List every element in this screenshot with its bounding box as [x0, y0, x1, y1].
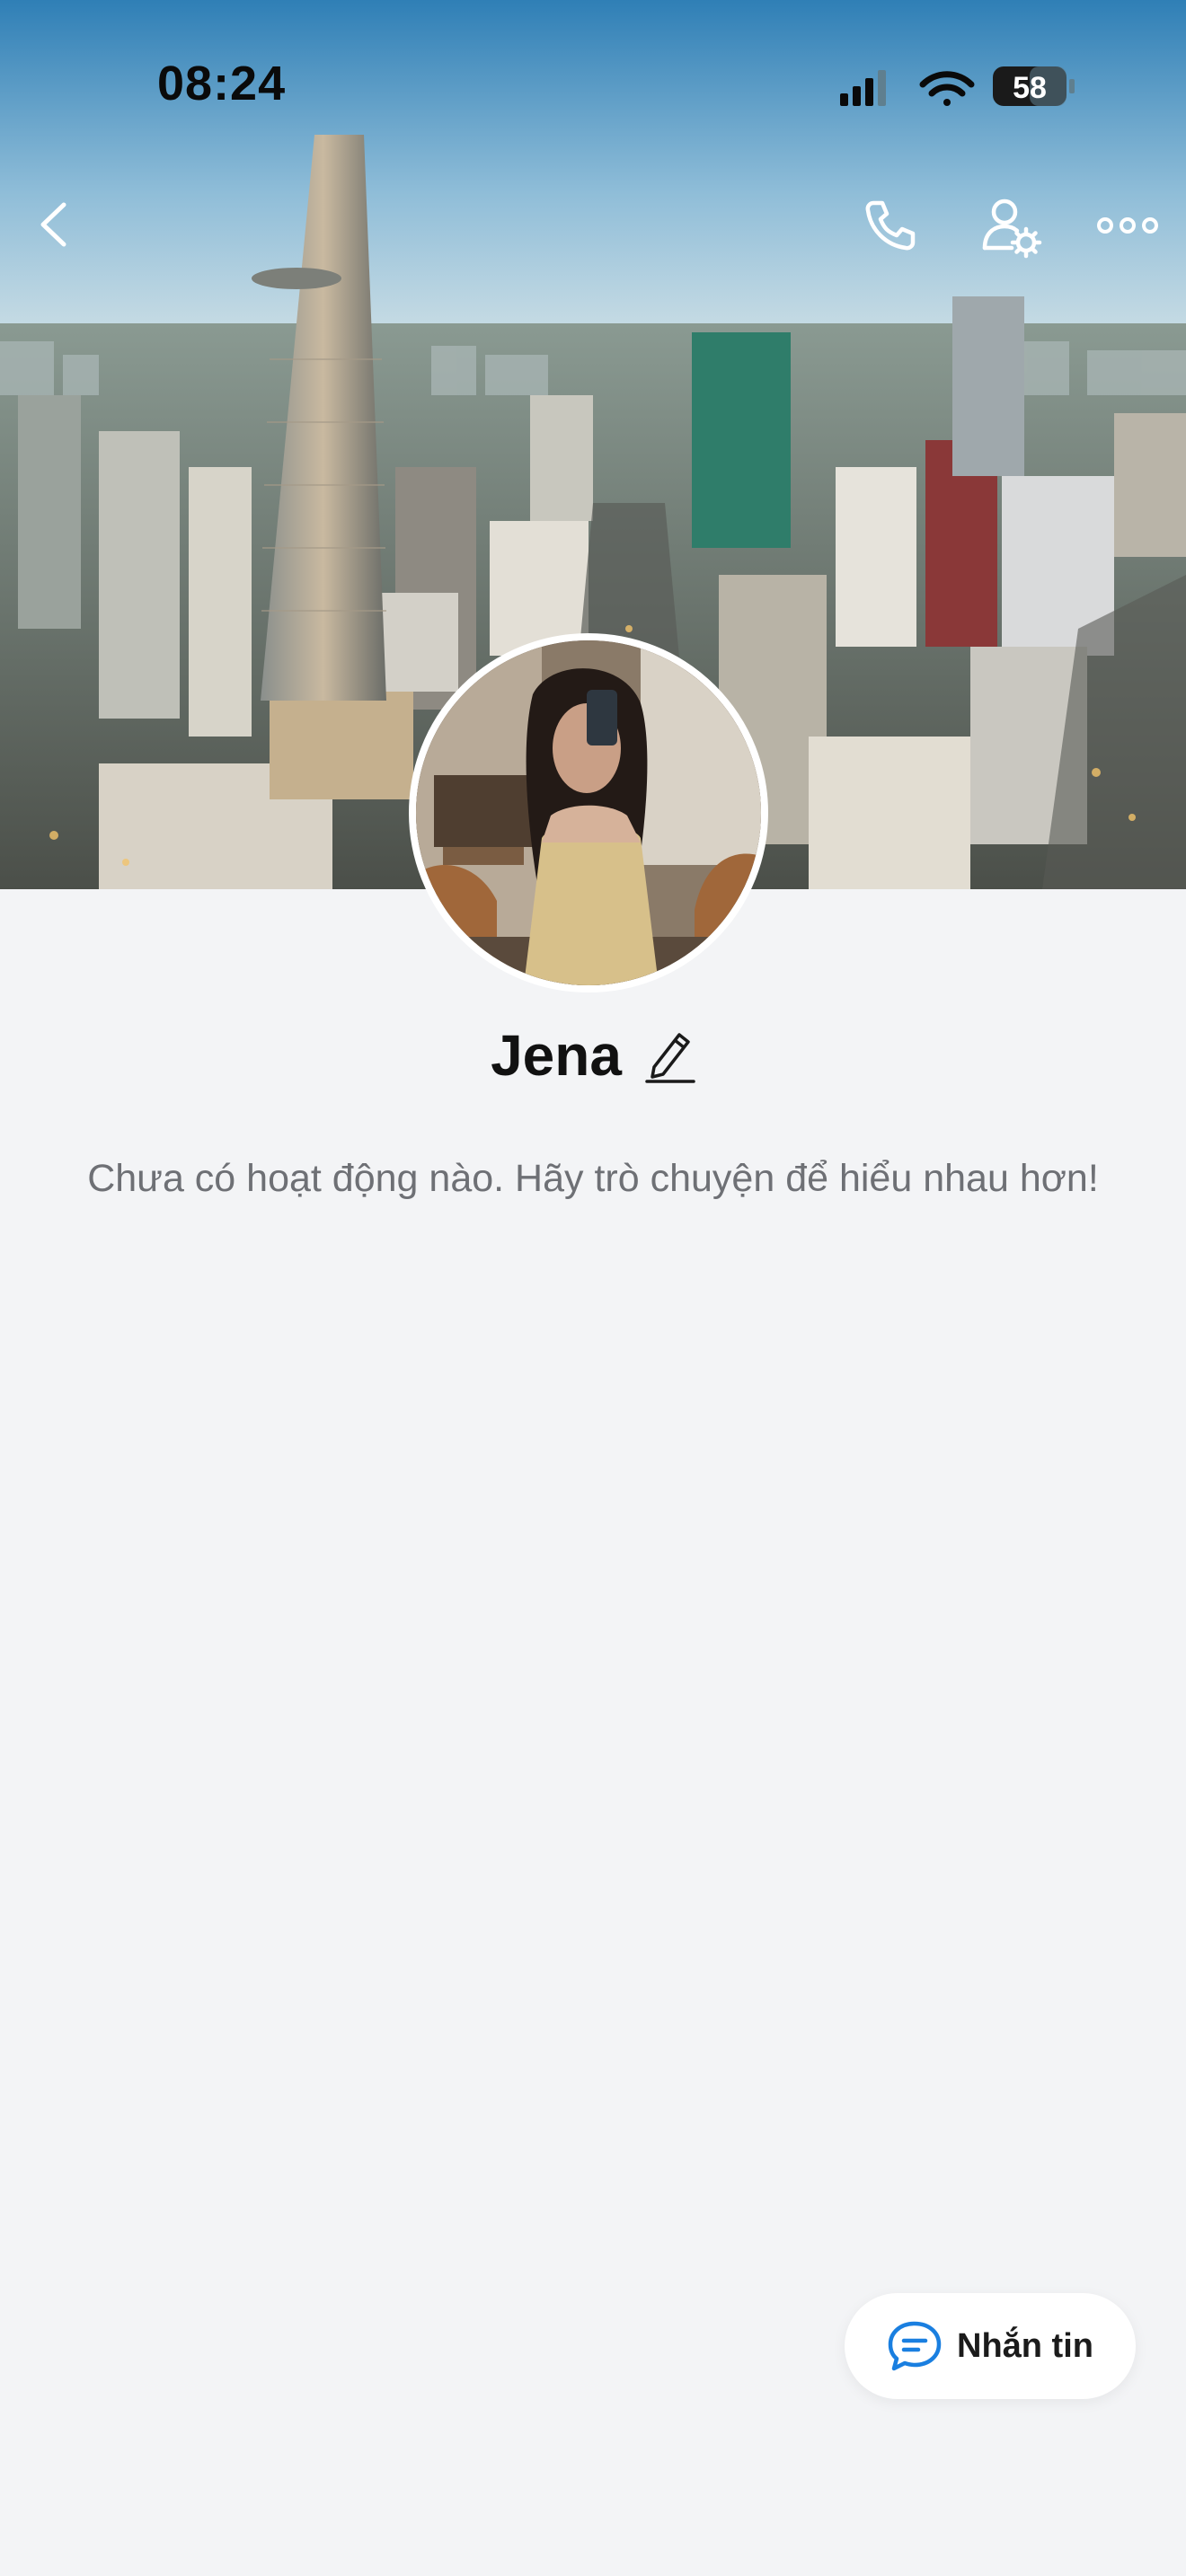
phone-icon	[865, 200, 916, 251]
empty-activity-message: Chưa có hoạt động nào. Hãy trò chuyện để…	[87, 1157, 1099, 1200]
message-button[interactable]: Nhắn tin	[845, 2293, 1136, 2399]
profile-name-row: Jena	[0, 1019, 1186, 1091]
wifi-icon	[919, 71, 975, 106]
edit-name-button[interactable]	[645, 1028, 695, 1083]
cellular-signal-icon	[840, 70, 886, 106]
profile-name: Jena	[491, 1023, 622, 1088]
more-button[interactable]	[1096, 212, 1159, 239]
call-button[interactable]	[861, 196, 920, 255]
profile-photo	[416, 640, 761, 985]
user-gear-icon	[982, 198, 1042, 259]
status-icons: 58	[840, 66, 1075, 106]
back-button[interactable]	[32, 198, 77, 251]
message-button-label: Nhắn tin	[957, 2326, 1093, 2365]
chat-bubble-icon	[888, 2321, 942, 2371]
more-horizontal-icon	[1097, 217, 1158, 234]
battery-level: 58	[1013, 71, 1047, 105]
avatar[interactable]	[409, 633, 768, 992]
pencil-icon	[645, 1033, 695, 1083]
battery-icon: 58	[993, 66, 1075, 106]
status-time: 08:24	[157, 57, 287, 110]
profile-settings-button[interactable]	[979, 196, 1044, 260]
chevron-left-icon	[40, 202, 66, 247]
